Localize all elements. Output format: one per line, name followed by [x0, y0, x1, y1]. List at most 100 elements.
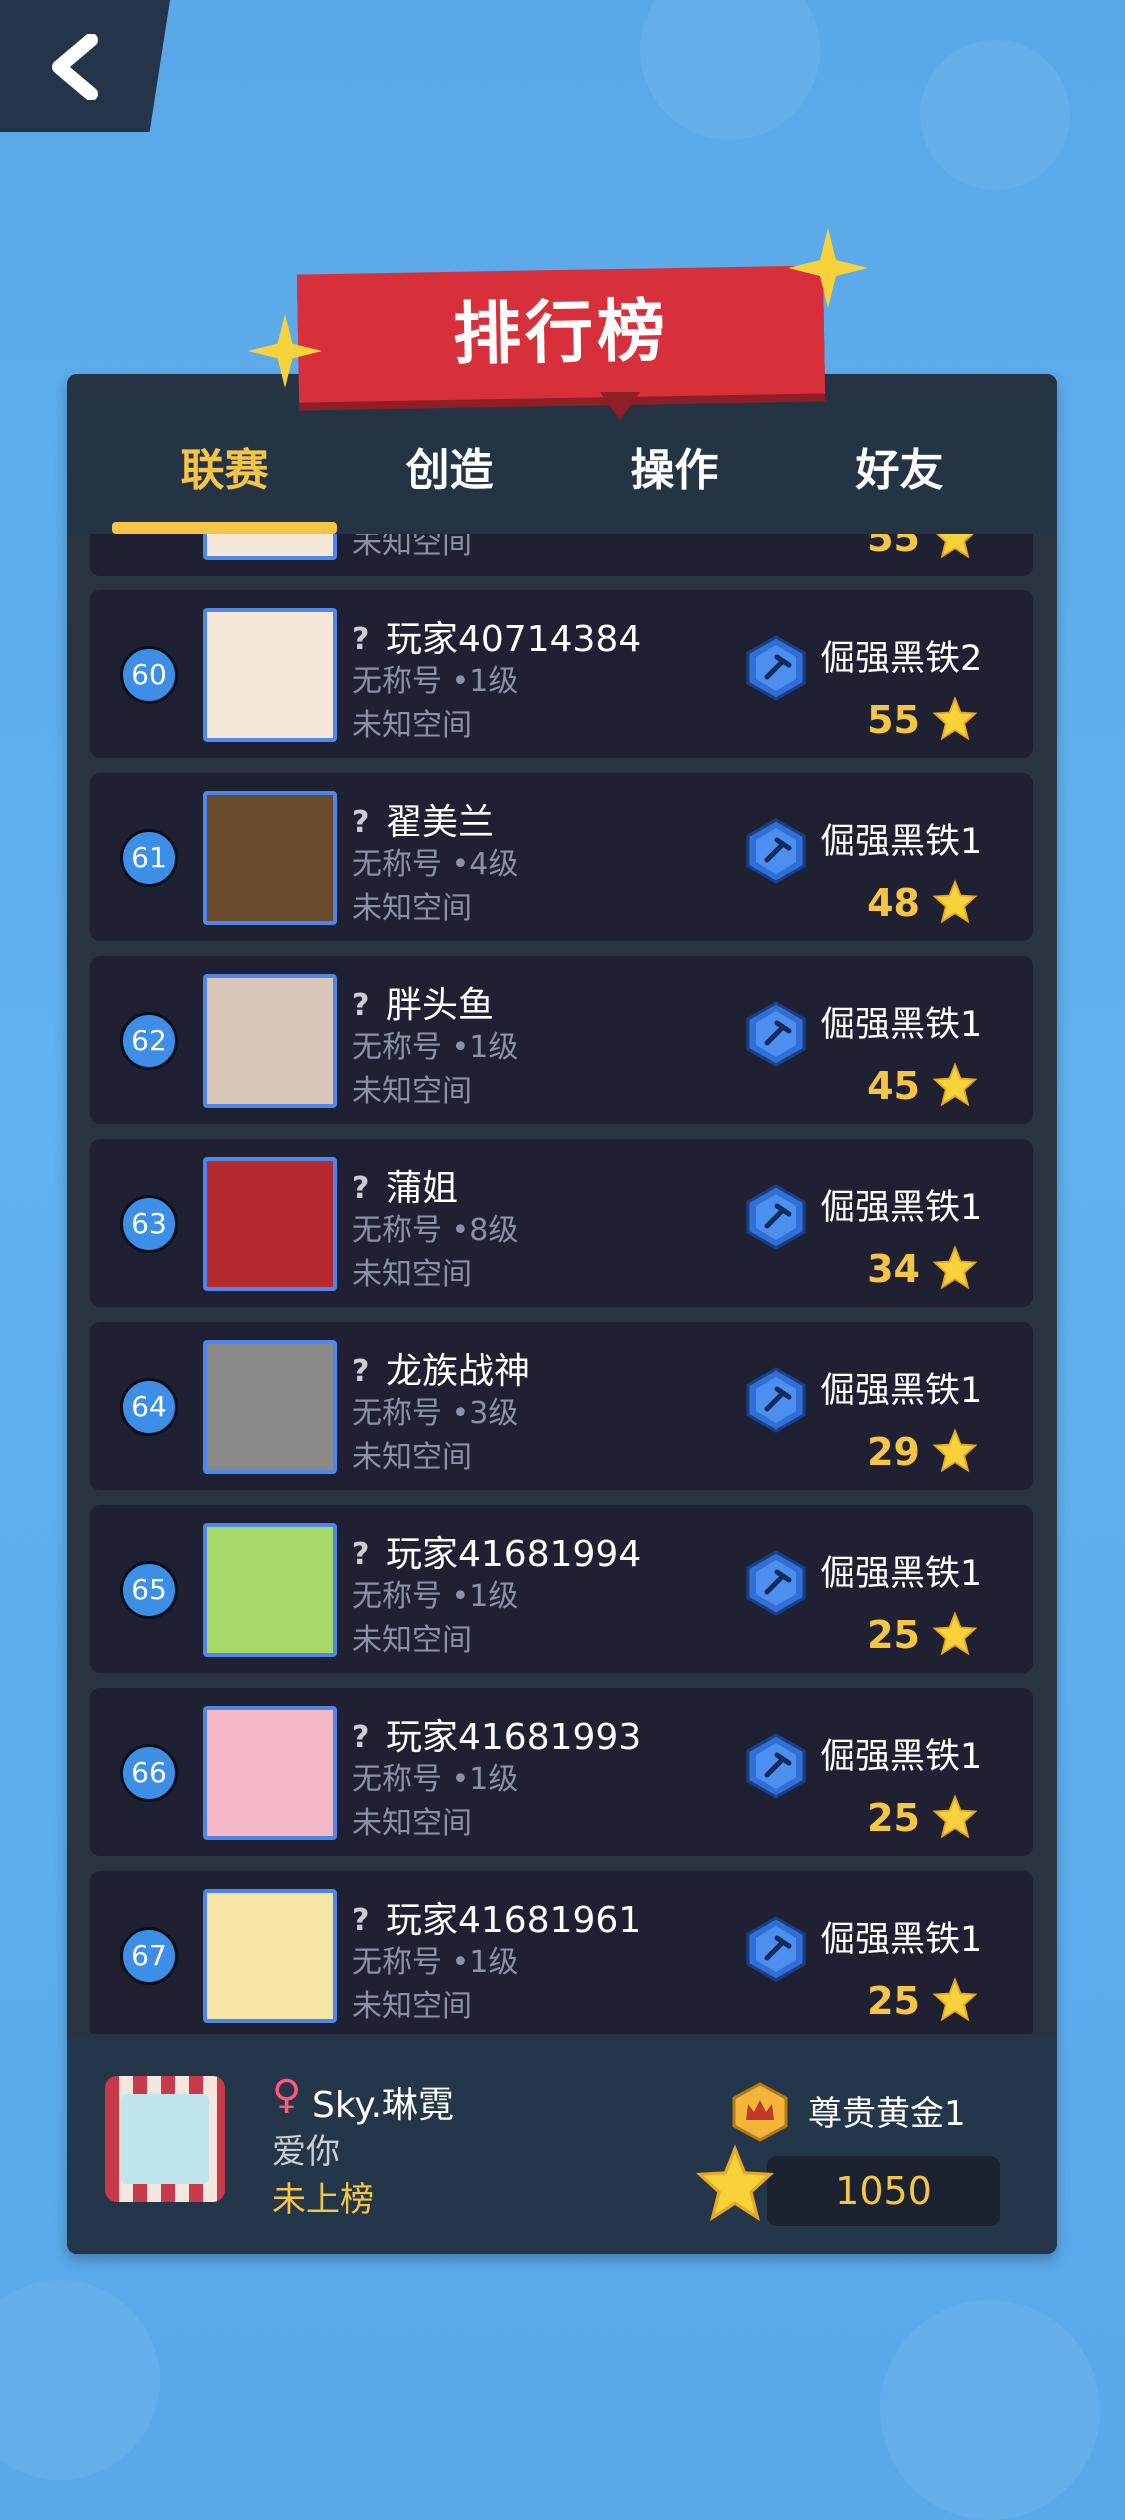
my-signature: 爱你 — [272, 2132, 340, 2172]
gold-tier-icon — [732, 2082, 788, 2142]
avatar — [203, 534, 337, 560]
avatar[interactable] — [203, 974, 337, 1108]
iron-tier-icon — [746, 1550, 806, 1616]
list-item[interactable]: 61? 翟美兰 无称号 •4级 未知空间 倔强黑铁1 48 — [90, 773, 1033, 941]
star-icon — [932, 696, 978, 741]
leaderboard-list[interactable]: 未知空间 55 60? 玩家40714384 无称号 •1级 未知空间 倔强黑铁2 55 6… — [67, 534, 1057, 2034]
player-tier: 倔强黑铁1 — [820, 1371, 983, 1411]
player-score: 34 — [867, 1247, 920, 1291]
player-space: 未知空间 — [352, 1623, 472, 1658]
star-icon — [932, 1062, 978, 1107]
player-tier: 倔强黑铁1 — [820, 1005, 983, 1045]
star-icon — [932, 1428, 978, 1473]
player-tier: 倔强黑铁1 — [820, 1737, 983, 1777]
player-tier: 倔强黑铁1 — [820, 1920, 983, 1960]
player-title: 无称号 •1级 — [352, 1945, 519, 1980]
player-tier: 倔强黑铁1 — [820, 1554, 983, 1594]
player-score: 25 — [867, 1613, 920, 1657]
title-banner: 排行榜 — [296, 265, 826, 403]
rank-badge: 67 — [120, 1927, 178, 1985]
tab-operation[interactable]: 操作 — [562, 434, 787, 498]
unknown-location-icon: ? — [352, 622, 370, 657]
star-icon — [932, 1611, 978, 1656]
player-name: 玩家40714384 — [386, 619, 642, 660]
back-button[interactable] — [0, 0, 170, 132]
unknown-location-icon: ? — [352, 1903, 370, 1938]
unknown-location-icon: ? — [352, 805, 370, 840]
avatar[interactable] — [203, 1523, 337, 1657]
list-item[interactable]: 63? 蒲姐 无称号 •8级 未知空间 倔强黑铁1 34 — [90, 1139, 1033, 1307]
list-item[interactable]: 64? 龙族战神 无称号 •3级 未知空间 倔强黑铁1 29 — [90, 1322, 1033, 1490]
unknown-location-icon: ? — [352, 1354, 370, 1389]
tab-create[interactable]: 创造 — [337, 434, 562, 498]
rank-badge: 62 — [120, 1012, 178, 1070]
rank-badge: 65 — [120, 1561, 178, 1619]
star-icon — [932, 1794, 978, 1839]
tab-league[interactable]: 联赛 — [112, 434, 337, 498]
leaderboard-panel: 联赛 创造 操作 好友 未知空间 55 60? 玩家40714384 无称号 •1级… — [67, 374, 1057, 2254]
star-icon — [932, 1245, 978, 1290]
list-item[interactable]: 65? 玩家41681994 无称号 •1级 未知空间 倔强黑铁1 25 — [90, 1505, 1033, 1673]
player-tier: 倔强黑铁2 — [820, 639, 983, 679]
player-title: 无称号 •1级 — [352, 1030, 519, 1065]
active-tab-indicator — [112, 522, 337, 534]
player-name: 玩家41681993 — [386, 1717, 642, 1758]
rank-badge: 64 — [120, 1378, 178, 1436]
avatar[interactable] — [203, 608, 337, 742]
avatar[interactable] — [203, 791, 337, 925]
list-item-partial[interactable]: 未知空间 55 — [90, 534, 1033, 576]
list-item[interactable]: 67? 玩家41681961 无称号 •1级 未知空间 倔强黑铁1 25 — [90, 1871, 1033, 2034]
player-score: 55 — [867, 698, 920, 742]
my-avatar[interactable] — [105, 2076, 225, 2202]
player-title: 无称号 •3级 — [352, 1396, 519, 1431]
player-score: 25 — [867, 1979, 920, 2023]
rank-badge: 60 — [120, 646, 178, 704]
player-score: 29 — [867, 1430, 920, 1474]
player-space: 未知空间 — [352, 1257, 472, 1292]
player-space: 未知空间 — [352, 708, 472, 743]
player-title: 无称号 •1级 — [352, 1579, 519, 1614]
star-icon — [936, 534, 974, 559]
player-title: 无称号 •1级 — [352, 1762, 519, 1797]
iron-tier-icon — [746, 1184, 806, 1250]
unknown-location-icon: ? — [352, 1171, 370, 1206]
my-tier: 尊贵黄金1 — [808, 2094, 966, 2134]
tab-friends[interactable]: 好友 — [787, 434, 1012, 498]
avatar[interactable] — [203, 1340, 337, 1474]
player-space: 未知空间 — [352, 1074, 472, 1109]
player-name: 胖头鱼 — [386, 985, 495, 1026]
avatar[interactable] — [203, 1157, 337, 1291]
avatar[interactable] — [203, 1889, 337, 2023]
avatar[interactable] — [203, 1706, 337, 1840]
banner-tail — [600, 392, 640, 420]
iron-tier-icon — [746, 1916, 806, 1982]
player-score: 55 — [867, 534, 920, 560]
rank-badge: 61 — [120, 829, 178, 887]
player-space: 未知空间 — [352, 1440, 472, 1475]
player-tier: 倔强黑铁1 — [820, 822, 983, 862]
my-rank-status: 未上榜 — [272, 2180, 374, 2220]
star-icon — [695, 2144, 775, 2222]
player-score: 45 — [867, 1064, 920, 1108]
player-title: 无称号 •1级 — [352, 664, 519, 699]
iron-tier-icon — [746, 1367, 806, 1433]
unknown-location-icon: ? — [352, 1537, 370, 1572]
female-icon: ♀ — [272, 2072, 302, 2118]
list-item[interactable]: 66? 玩家41681993 无称号 •1级 未知空间 倔强黑铁1 25 — [90, 1688, 1033, 1856]
player-name: 蒲姐 — [386, 1168, 459, 1209]
list-item[interactable]: 62? 胖头鱼 无称号 •1级 未知空间 倔强黑铁1 45 — [90, 956, 1033, 1124]
player-tier: 倔强黑铁1 — [820, 1188, 983, 1228]
player-space: 未知空间 — [352, 891, 472, 926]
player-score: 48 — [867, 881, 920, 925]
star-icon — [932, 1977, 978, 2022]
iron-tier-icon — [746, 635, 806, 701]
page-title: 排行榜 — [452, 292, 670, 375]
list-item[interactable]: 60? 玩家40714384 无称号 •1级 未知空间 倔强黑铁2 55 — [90, 590, 1033, 758]
player-space: 未知空间 — [352, 1989, 472, 2024]
player-name: 玩家41681994 — [386, 1534, 642, 1575]
rank-badge: 66 — [120, 1744, 178, 1802]
sparkle-icon — [248, 314, 322, 388]
unknown-location-icon: ? — [352, 1720, 370, 1755]
my-score: 1050 — [767, 2156, 1000, 2226]
iron-tier-icon — [746, 818, 806, 884]
